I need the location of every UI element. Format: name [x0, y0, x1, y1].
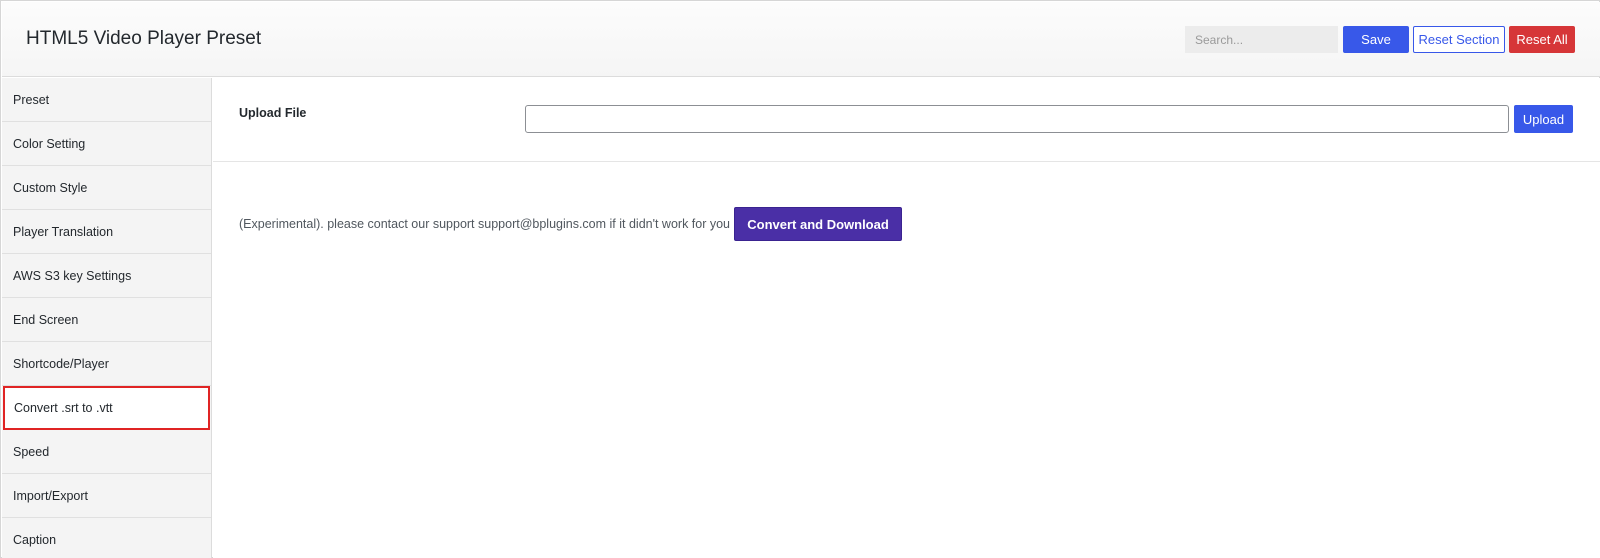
sidebar-item-convert-srt-to-vtt[interactable]: Convert .srt to .vtt	[3, 386, 210, 430]
convert-notice-text: (Experimental). please contact our suppo…	[239, 217, 731, 231]
app-window: HTML5 Video Player Preset Save Reset Sec…	[0, 0, 1600, 558]
convert-row: (Experimental). please contact our suppo…	[239, 207, 903, 241]
sidebar-item-import-export[interactable]: Import/Export	[2, 474, 211, 518]
sidebar-item-shortcode-player[interactable]: Shortcode/Player	[2, 342, 211, 386]
sidebar: Preset Color Setting Custom Style Player…	[2, 78, 212, 558]
search-input[interactable]	[1185, 26, 1338, 53]
main-content: Upload File Upload (Experimental). pleas…	[213, 78, 1600, 558]
convert-and-download-button[interactable]: Convert and Download	[734, 207, 903, 241]
sidebar-item-aws-s3-key-settings[interactable]: AWS S3 key Settings	[2, 254, 211, 298]
upload-row: Upload File Upload	[213, 78, 1600, 162]
upload-button[interactable]: Upload	[1514, 105, 1573, 133]
save-button[interactable]: Save	[1343, 26, 1409, 53]
sidebar-item-custom-style[interactable]: Custom Style	[2, 166, 211, 210]
sidebar-item-speed[interactable]: Speed	[2, 430, 211, 474]
page-title: HTML5 Video Player Preset	[26, 28, 262, 49]
sidebar-item-player-translation[interactable]: Player Translation	[2, 210, 211, 254]
sidebar-item-color-setting[interactable]: Color Setting	[2, 122, 211, 166]
upload-file-label: Upload File	[239, 106, 307, 120]
sidebar-item-caption[interactable]: Caption	[2, 518, 211, 558]
reset-section-button[interactable]: Reset Section	[1413, 26, 1505, 53]
sidebar-item-end-screen[interactable]: End Screen	[2, 298, 211, 342]
page-header: HTML5 Video Player Preset Save Reset Sec…	[2, 2, 1600, 77]
upload-file-field[interactable]	[525, 105, 1509, 133]
reset-all-button[interactable]: Reset All	[1509, 26, 1575, 53]
sidebar-item-preset[interactable]: Preset	[2, 78, 211, 122]
